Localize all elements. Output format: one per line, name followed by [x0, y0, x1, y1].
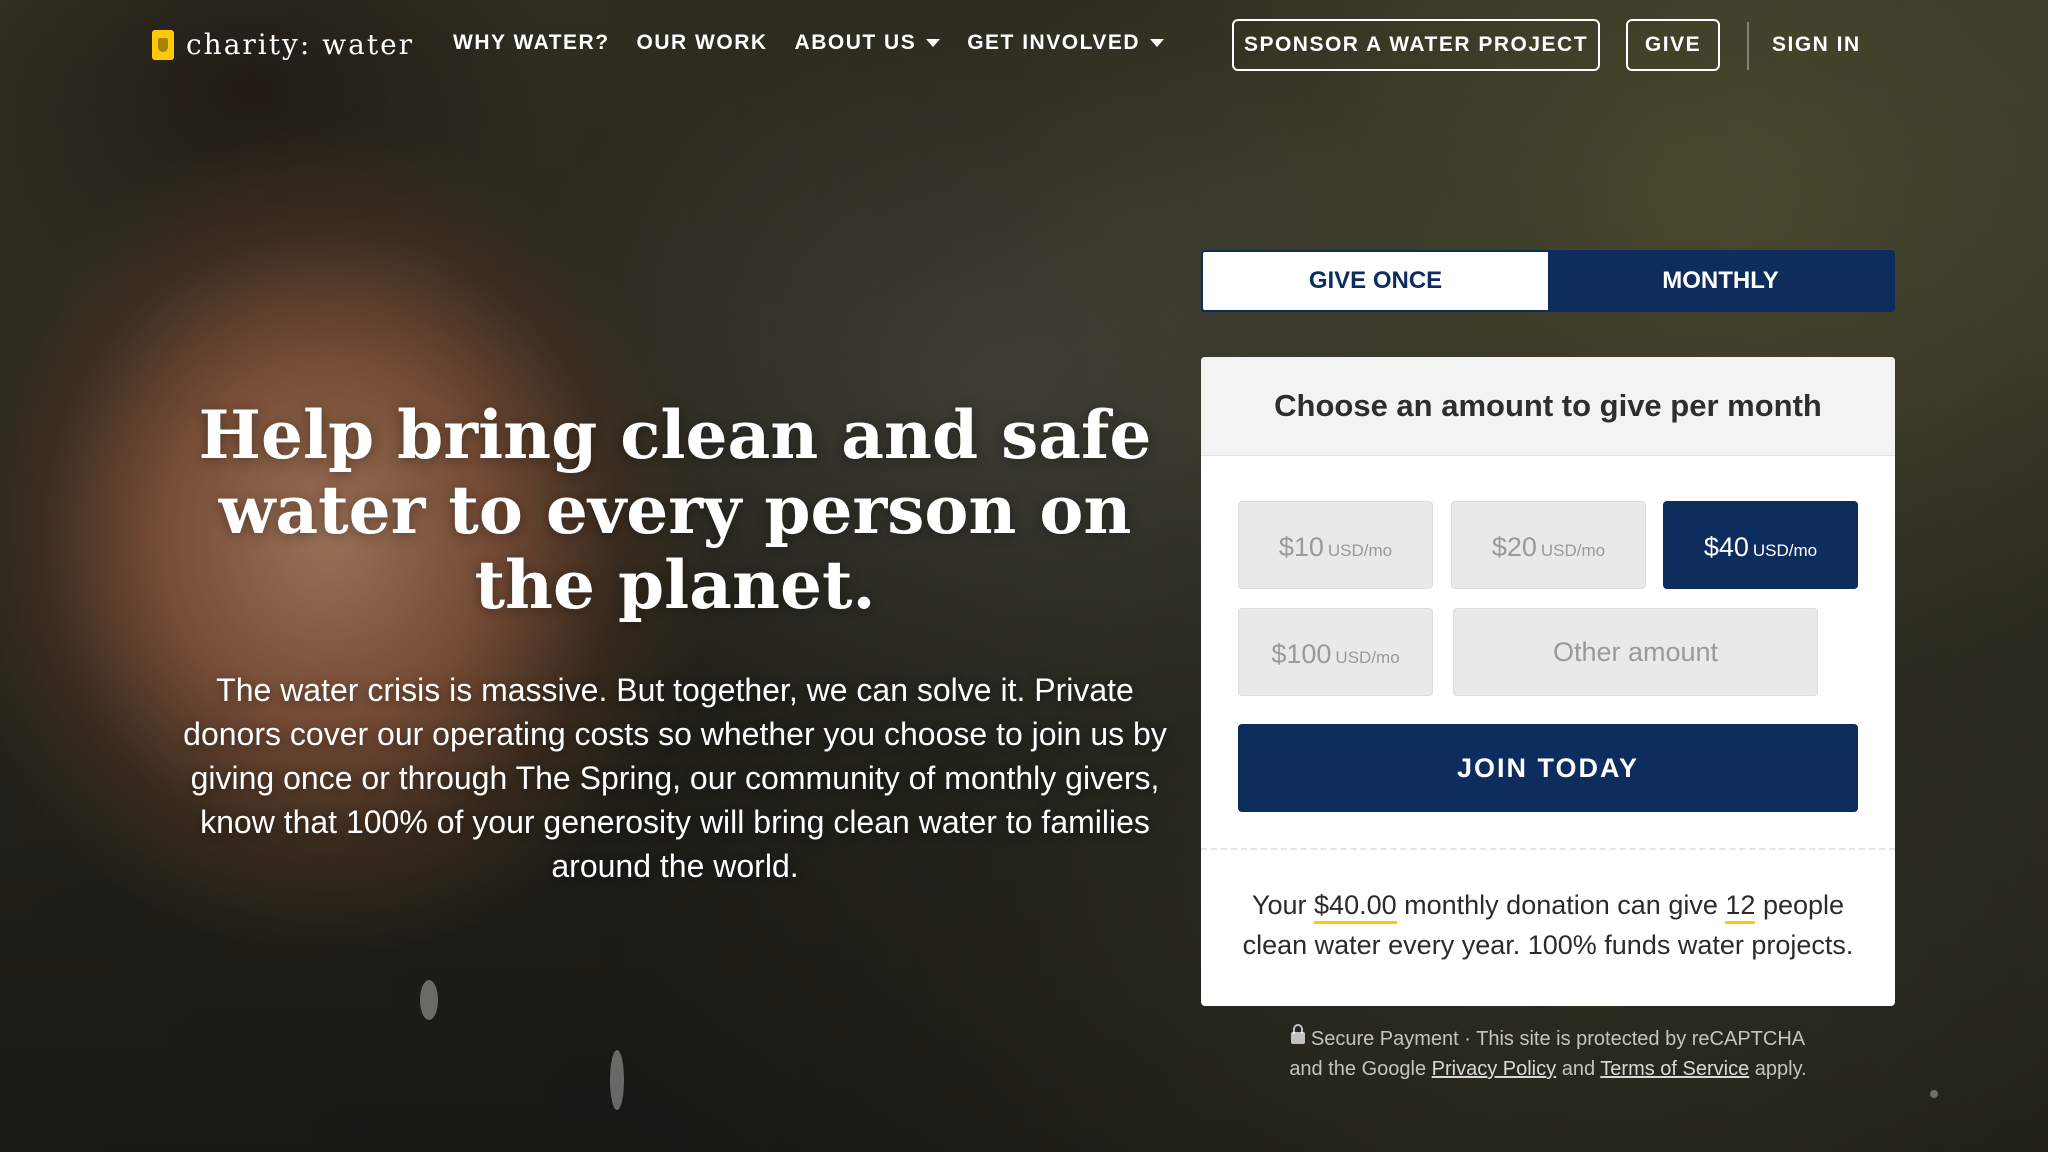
- nav-get-involved-dropdown[interactable]: GET INVOLVED: [967, 31, 1165, 55]
- hero-description: The water crisis is massive. But togethe…: [183, 672, 1167, 884]
- caret-down-icon: [926, 39, 941, 47]
- hero-headline: Help bring clean and safe water to every…: [198, 396, 1152, 624]
- join-today-button[interactable]: JOIN TODAY: [1238, 724, 1858, 812]
- charity-water-logo[interactable]: charity: water: [152, 28, 414, 61]
- amount-unit: USD/mo: [1752, 541, 1818, 560]
- sponsor-project-button[interactable]: SPONSOR A WATER PROJECT: [1232, 19, 1600, 71]
- secure-payment-notice: Secure Payment · This site is protected …: [1201, 1023, 1895, 1084]
- amount-value: $100: [1271, 639, 1332, 669]
- caret-down-icon: [1150, 39, 1165, 47]
- amount-unit: USD/mo: [1335, 648, 1400, 667]
- nav-our-work[interactable]: OUR WORK: [637, 31, 768, 55]
- tab-give-once[interactable]: GIVE ONCE: [1203, 252, 1548, 310]
- sign-in-link[interactable]: SIGN IN: [1772, 33, 1861, 57]
- amount-value: $10: [1278, 532, 1324, 562]
- amount-unit: USD/mo: [1540, 541, 1606, 560]
- water-droplet: [610, 1050, 624, 1110]
- privacy-policy-link[interactable]: Privacy Policy: [1432, 1058, 1556, 1080]
- amount-option-10[interactable]: $10 USD/mo: [1238, 501, 1433, 589]
- other-amount-input[interactable]: Other amount: [1453, 608, 1818, 696]
- amount-option-20[interactable]: $20 USD/mo: [1451, 501, 1646, 589]
- amount-option-40-selected[interactable]: $40 USD/mo: [1663, 501, 1858, 589]
- tab-monthly[interactable]: MONTHLY: [1548, 252, 1893, 310]
- secure-text: apply.: [1754, 1058, 1807, 1080]
- amount-option-100[interactable]: $100 USD/mo: [1238, 608, 1433, 696]
- secure-text: and: [1561, 1058, 1596, 1080]
- lock-icon: [1290, 1023, 1305, 1044]
- amount-unit: USD/mo: [1327, 541, 1393, 560]
- water-droplet: [420, 980, 438, 1020]
- water-droplet: [1930, 1090, 1938, 1098]
- secure-text: Secure Payment · This site is protected …: [1310, 1028, 1806, 1050]
- nav-links: WHY WATER? OUR WORK ABOUT US GET INVOLVE…: [453, 31, 1165, 55]
- impact-people-count: 12: [1725, 890, 1756, 924]
- nav-why-water[interactable]: WHY WATER?: [453, 31, 610, 55]
- nav-link-label: OUR WORK: [636, 31, 768, 54]
- secure-line-2: and the Google Privacy Policy and Terms …: [1201, 1054, 1895, 1084]
- secure-text: and the Google: [1289, 1058, 1427, 1080]
- nav-link-label: GET INVOLVED: [967, 31, 1141, 54]
- terms-of-service-link[interactable]: Terms of Service: [1600, 1058, 1749, 1080]
- nav-link-label: WHY WATER?: [453, 31, 610, 54]
- give-button[interactable]: GIVE: [1626, 19, 1720, 71]
- nav-about-us-dropdown[interactable]: ABOUT US: [795, 31, 941, 55]
- impact-statement: Your $40.00 monthly donation can give 12…: [1221, 885, 1875, 965]
- impact-amount: $40.00: [1314, 890, 1397, 924]
- secure-line-1: Secure Payment · This site is protected …: [1201, 1023, 1895, 1054]
- impact-text: monthly donation can give: [1404, 890, 1718, 920]
- nav-divider: [1747, 22, 1749, 70]
- donation-frequency-toggle: GIVE ONCE MONTHLY: [1201, 250, 1895, 312]
- logo-text: charity: water: [186, 28, 415, 61]
- dashed-divider: [1201, 848, 1895, 850]
- impact-text: Your: [1251, 890, 1307, 920]
- amount-value: $20: [1491, 532, 1537, 562]
- donation-card: Choose an amount to give per month $10 US…: [1201, 357, 1895, 1006]
- nav-link-label: ABOUT US: [794, 31, 917, 54]
- amount-value: $40: [1703, 532, 1749, 562]
- jerry-can-icon: [152, 29, 174, 60]
- top-navigation: charity: water WHY WATER? OUR WORK ABOUT…: [0, 0, 2048, 92]
- donation-heading: Choose an amount to give per month: [1201, 357, 1895, 456]
